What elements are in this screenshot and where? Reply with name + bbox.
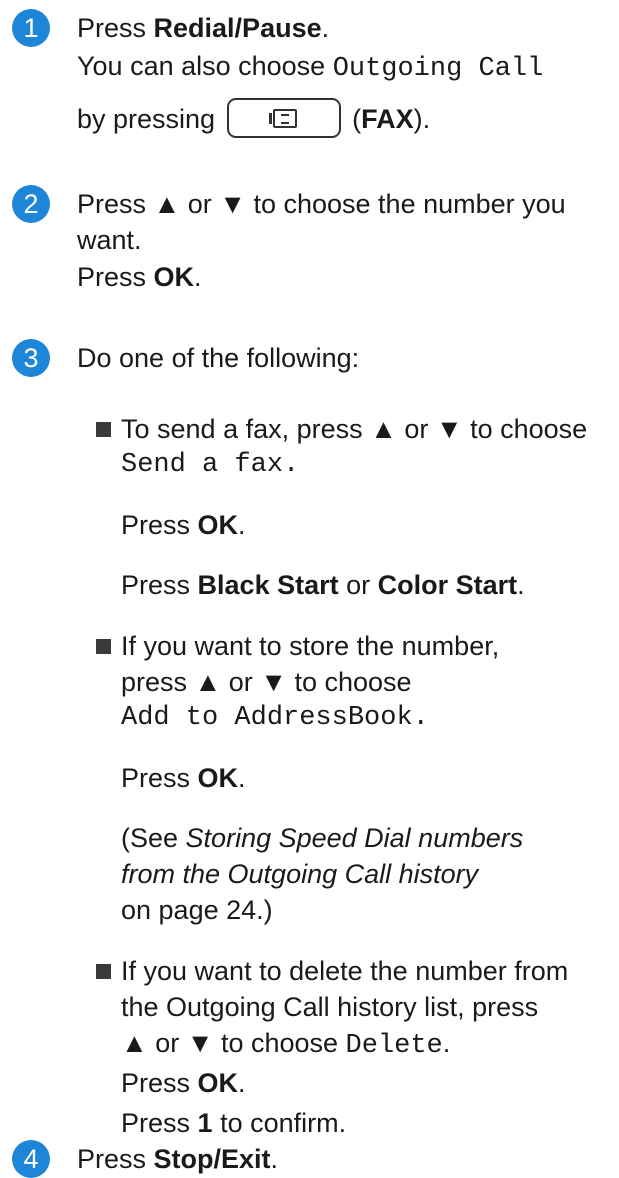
ok-key: OK <box>197 510 239 540</box>
bullet-1-press-start: Press Black Start or Color Start. <box>121 570 525 600</box>
bullet-2-line-2: press ▲ or ▼ to choose <box>121 667 412 697</box>
bullet-3-press-ok: Press OK. <box>121 1068 246 1098</box>
bullet-3-line-3: ▲ or ▼ to choose Delete. <box>121 1028 451 1061</box>
step-number-4: 4 <box>12 1140 50 1178</box>
bullet-1-press-ok: Press OK. <box>121 510 246 540</box>
cross-reference-page: on page 24.) <box>121 895 273 925</box>
step-3-intro: Do one of the following: <box>77 343 360 373</box>
color-start-key: Color Start <box>377 570 518 600</box>
bullet-3-line-1: If you want to delete the number from <box>121 956 569 986</box>
step-number-3: 3 <box>12 339 50 377</box>
step-1-line-3: by pressing (FAX). <box>77 98 430 141</box>
bullet-3-line-2: the Outgoing Call history list, press <box>121 992 539 1022</box>
ok-key: OK <box>197 1068 239 1098</box>
bullet-marker <box>96 964 111 979</box>
step-2-line-3: Press OK. <box>77 262 202 292</box>
cross-reference-line-1: (See Storing Speed Dial numbers <box>121 823 524 853</box>
bullet-marker <box>96 422 111 437</box>
fax-icon <box>268 109 297 128</box>
step-1-line-1: Press Redial/Pause. <box>77 13 330 43</box>
stop-exit-key: Stop/Exit <box>153 1144 271 1174</box>
step-2-line-1: Press ▲ or ▼ to choose the number you <box>77 189 566 219</box>
step-4-line-1: Press Stop/Exit. <box>77 1144 279 1174</box>
ok-key: OK <box>197 763 239 793</box>
step-number-1: 1 <box>12 9 50 47</box>
bullet-2-press-ok: Press OK. <box>121 763 246 793</box>
cross-reference-line-2: from the Outgoing Call history <box>121 856 478 892</box>
menu-option-send-a-fax: Send a fax. <box>121 450 300 480</box>
cross-reference-link[interactable]: Storing Speed Dial numbers <box>186 823 524 853</box>
fax-key-label: FAX <box>361 104 414 135</box>
fax-button[interactable] <box>226 98 341 138</box>
redial-pause-key: Redial/Pause <box>153 13 322 43</box>
step-number-2: 2 <box>12 185 50 223</box>
menu-option-outgoing-call: Outgoing Call <box>332 54 544 84</box>
menu-option-add-to-addressbook: Add to AddressBook. <box>121 703 429 733</box>
key-one: 1 <box>197 1108 213 1138</box>
bullet-marker <box>96 639 111 654</box>
bullet-1-line-1: To send a fax, press ▲ or ▼ to choose <box>121 414 588 444</box>
bullet-2-line-1: If you want to store the number, <box>121 631 500 661</box>
black-start-key: Black Start <box>197 570 339 600</box>
step-2-line-2: want. <box>77 225 142 255</box>
ok-key: OK <box>153 262 195 292</box>
menu-option-delete: Delete <box>345 1031 443 1061</box>
step-1-line-2: You can also choose Outgoing Call <box>77 51 544 84</box>
cross-reference-link[interactable]: from the Outgoing Call history <box>121 859 478 889</box>
bullet-3-press-confirm: Press 1 to confirm. <box>121 1108 347 1138</box>
